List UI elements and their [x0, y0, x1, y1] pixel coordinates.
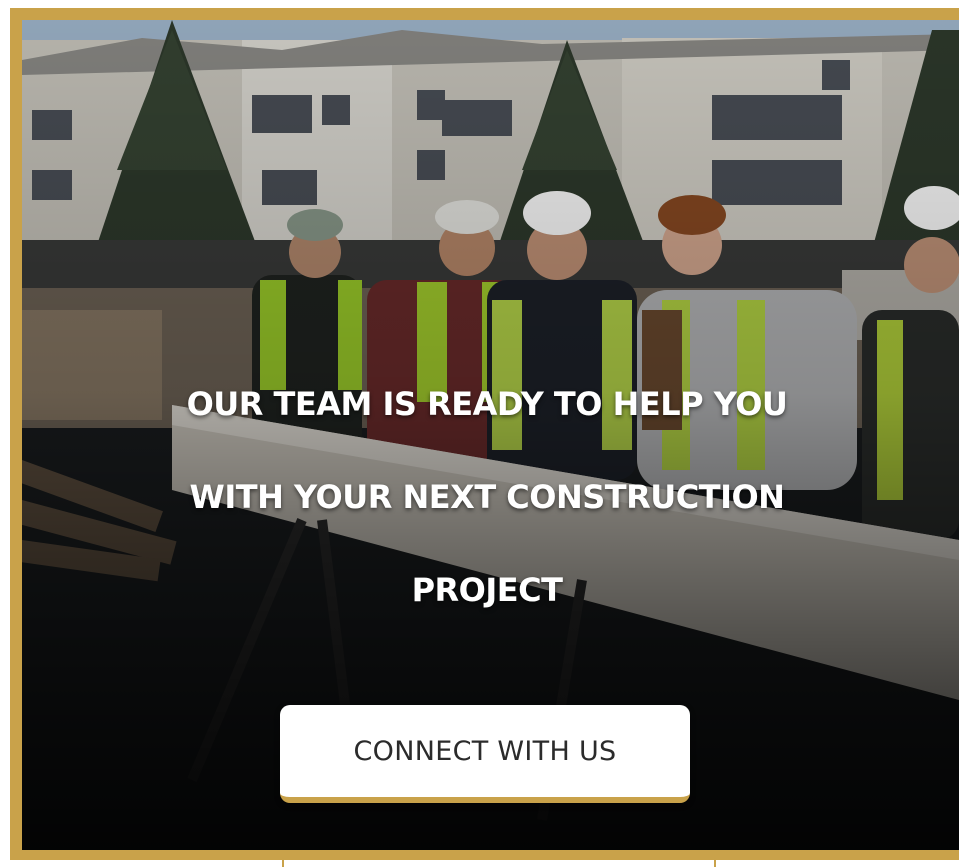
below-section-edge [282, 860, 716, 867]
hero-headline: OUR TEAM IS READY TO HELP YOU WITH YOUR … [112, 358, 862, 637]
headline-line-3: PROJECT [411, 571, 563, 609]
hero-banner: OUR TEAM IS READY TO HELP YOU WITH YOUR … [22, 20, 959, 850]
headline-line-2: WITH YOUR NEXT CONSTRUCTION [189, 478, 785, 516]
connect-with-us-button[interactable]: CONNECT WITH US [280, 705, 690, 803]
headline-line-1: OUR TEAM IS READY TO HELP YOU [186, 385, 788, 423]
